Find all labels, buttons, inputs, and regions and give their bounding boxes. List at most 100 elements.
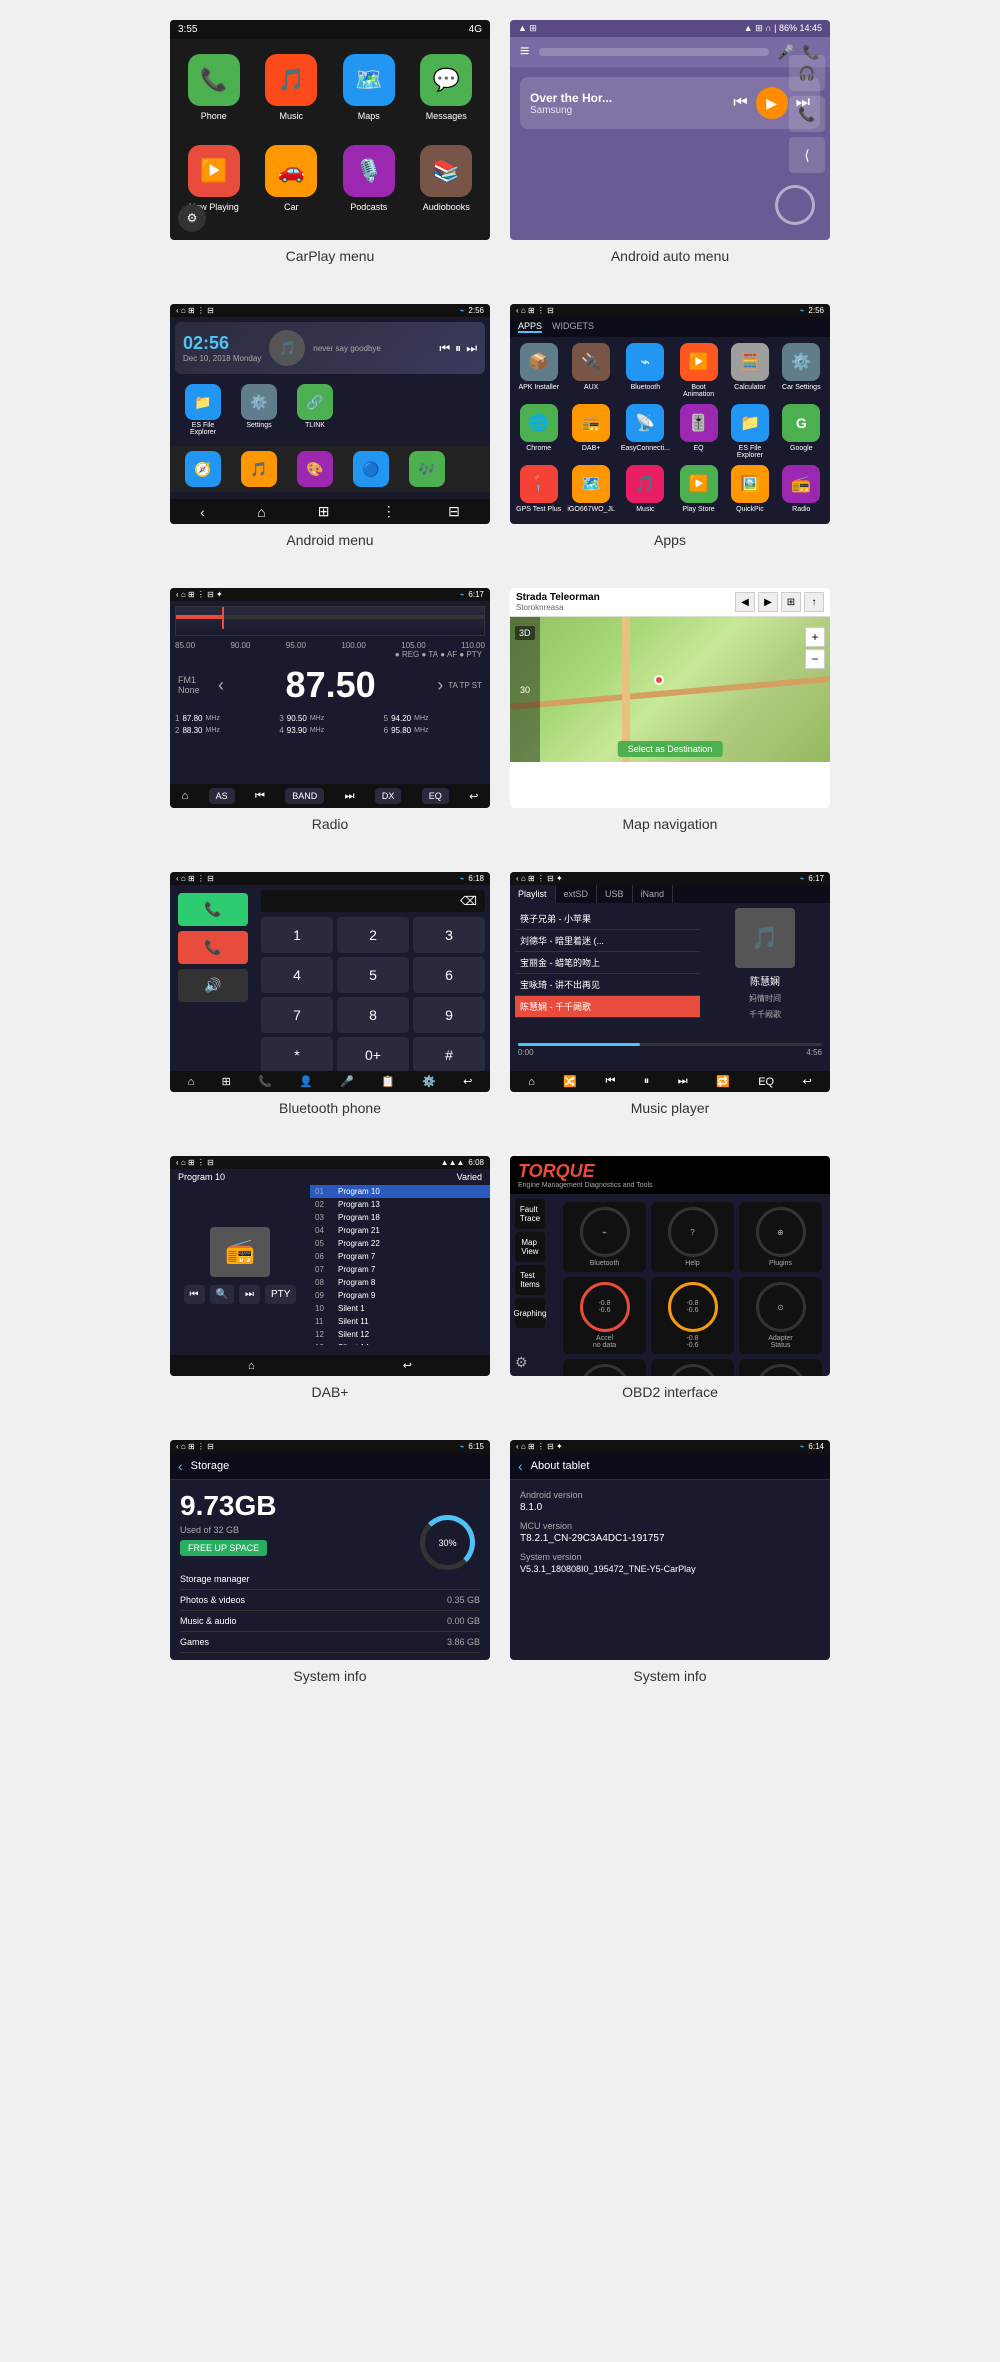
track-5-active[interactable]: 陈慧娴 - 千千阙歌 <box>515 996 700 1018</box>
map-zoom-out[interactable]: − <box>805 649 825 669</box>
bt-key-4[interactable]: 4 <box>261 957 333 993</box>
bt-answer-btn[interactable]: 📞 <box>178 893 248 926</box>
music-pause-btn[interactable]: ⏸ <box>644 1075 650 1088</box>
android-play-btn[interactable]: ⏸ <box>455 341 461 356</box>
carplay-phone[interactable]: 📞 Phone <box>180 54 248 135</box>
app-google[interactable]: G Google <box>779 404 824 459</box>
bt-key-hash[interactable]: # <box>413 1037 485 1073</box>
radio-home-btn[interactable]: ⌂ <box>182 790 189 802</box>
storage-item-manager[interactable]: Storage manager <box>180 1569 480 1590</box>
bt-nav-mic[interactable]: 🎤 <box>340 1075 354 1088</box>
music-next-btn[interactable]: ⏭ <box>678 1075 688 1088</box>
bt-key-8[interactable]: 8 <box>337 997 409 1033</box>
bt-nav-home[interactable]: ⌂ <box>188 1076 195 1088</box>
tab-playlist[interactable]: Playlist <box>510 885 556 903</box>
dab-program-01[interactable]: 01 Program 10 <box>310 1185 490 1198</box>
bt-key-6[interactable]: 6 <box>413 957 485 993</box>
app-igo[interactable]: 🗺️ iGO667WO_JL <box>567 465 614 513</box>
dab-search-btn[interactable]: 🔍 <box>210 1285 234 1304</box>
storage-item-music[interactable]: Music & audio 0.00 GB <box>180 1611 480 1632</box>
music-eq-btn[interactable]: EQ <box>758 1076 774 1088</box>
obd-map-icon[interactable]: MapView <box>515 1232 545 1262</box>
storage-item-games[interactable]: Games 3.86 GB <box>180 1632 480 1653</box>
radio-as-btn[interactable]: AS <box>209 788 235 804</box>
dab-program-04[interactable]: 04 Program 21 <box>310 1224 490 1237</box>
aa-menu-icon[interactable]: ≡ <box>520 43 529 61</box>
aa-back-icon[interactable]: ⟨ <box>789 137 825 173</box>
dab-program-07[interactable]: 07 Program 7 <box>310 1263 490 1276</box>
android-next-btn[interactable]: ⏭ <box>466 341 477 356</box>
bt-nav-contact[interactable]: 👤 <box>299 1075 313 1088</box>
tab-usb[interactable]: USB <box>597 885 633 903</box>
dab-program-11[interactable]: 11 Silent 11 <box>310 1315 490 1328</box>
android-app-tlink[interactable]: 🔗 TLINK <box>290 384 340 436</box>
radio-next-btn[interactable]: › <box>437 675 443 696</box>
carplay-maps[interactable]: 🗺️ Maps <box>335 54 403 135</box>
aa-prev-button[interactable]: ⏮ <box>733 94 747 112</box>
track-4[interactable]: 宝咏琦 - 讲不出再见 <box>515 974 700 996</box>
preset-1[interactable]: 1 87.80 MHz <box>175 714 276 723</box>
app-play-store[interactable]: ▶️ Play Store <box>676 465 721 513</box>
android-app-settings[interactable]: ⚙️ Settings <box>234 384 284 436</box>
dab-program-12[interactable]: 12 Silent 12 <box>310 1328 490 1341</box>
android-prev-btn[interactable]: ⏮ <box>439 341 450 356</box>
carplay-car[interactable]: 🚗 Car <box>258 145 326 226</box>
app-gps-test[interactable]: 📍 GPS Test Plus <box>516 465 561 513</box>
bt-key-star[interactable]: * <box>261 1037 333 1073</box>
sysinfo-about-back-btn[interactable]: ‹ <box>518 1458 523 1474</box>
bt-key-5[interactable]: 5 <box>337 957 409 993</box>
bt-backspace-btn[interactable]: ⌫ <box>460 894 477 908</box>
bt-nav-grid[interactable]: ⊞ <box>222 1075 231 1088</box>
bt-key-1[interactable]: 1 <box>261 917 333 953</box>
preset-5[interactable]: 5 94.20 MHz <box>384 714 485 723</box>
carplay-settings-icon[interactable]: ⚙ <box>178 204 206 232</box>
carplay-podcasts[interactable]: 🎙️ Podcasts <box>335 145 403 226</box>
bt-key-2[interactable]: 2 <box>337 917 409 953</box>
bt-nav-phone[interactable]: 📞 <box>258 1075 272 1088</box>
android-dock-bt[interactable]: 🔵 <box>346 451 396 487</box>
map-zoom-in[interactable]: + <box>805 627 825 647</box>
carplay-music[interactable]: 🎵 Music <box>258 54 326 135</box>
tab-widgets[interactable]: WIDGETS <box>552 321 594 333</box>
music-repeat-btn[interactable]: 🔁 <box>716 1075 730 1088</box>
map-up-btn[interactable]: ↑ <box>804 592 824 612</box>
radio-band-btn[interactable]: BAND <box>285 788 324 804</box>
app-boot-animation[interactable]: ▶️ Boot Animation <box>676 343 721 398</box>
dab-pty-btn[interactable]: PTY <box>265 1285 296 1304</box>
app-eq[interactable]: 🎚️ EQ <box>676 404 721 459</box>
android-dock-music[interactable]: 🎵 <box>234 451 284 487</box>
app-es-file[interactable]: 📁 ES File Explorer <box>727 404 772 459</box>
app-dab[interactable]: 📻 DAB+ <box>567 404 614 459</box>
nav-back[interactable]: ‹ <box>200 504 205 520</box>
bt-key-0[interactable]: 0+ <box>337 1037 409 1073</box>
aa-phone-side-icon[interactable]: 📞 <box>789 96 825 132</box>
preset-2[interactable]: 2 88.30 MHz <box>175 726 276 735</box>
preset-6[interactable]: 6 95.80 MHz <box>384 726 485 735</box>
app-apk-installer[interactable]: 📦 APK Installer <box>516 343 561 398</box>
bt-speaker-btn[interactable]: 🔊 <box>178 969 248 1002</box>
dab-program-05[interactable]: 05 Program 22 <box>310 1237 490 1250</box>
obd-graphing-icon[interactable]: Graphing <box>515 1298 545 1328</box>
dab-program-10[interactable]: 10 Silent 1 <box>310 1302 490 1315</box>
storage-free-btn[interactable]: FREE UP SPACE <box>180 1540 267 1556</box>
sysinfo-storage-back-btn[interactable]: ‹ <box>178 1458 183 1474</box>
music-prev-btn[interactable]: ⏮ <box>605 1075 615 1088</box>
android-dock-sound[interactable]: 🎶 <box>402 451 452 487</box>
bt-hangup-btn[interactable]: 📞 <box>178 931 248 964</box>
music-back-btn[interactable]: ↩ <box>803 1075 812 1088</box>
bt-key-3[interactable]: 3 <box>413 917 485 953</box>
track-3[interactable]: 宝丽金 - 蜡笔的吻上 <box>515 952 700 974</box>
carplay-messages[interactable]: 💬 Messages <box>413 54 481 135</box>
music-shuffle-btn[interactable]: 🔀 <box>563 1075 577 1088</box>
bt-nav-clipboard[interactable]: 📋 <box>381 1075 395 1088</box>
radio-prev-btn[interactable]: ‹ <box>218 675 224 696</box>
bt-key-7[interactable]: 7 <box>261 997 333 1033</box>
map-arrow-right[interactable]: ▶ <box>758 592 778 612</box>
app-car-settings[interactable]: ⚙️ Car Settings <box>779 343 824 398</box>
map-arrow-left[interactable]: ◀ <box>735 592 755 612</box>
music-home-btn[interactable]: ⌂ <box>528 1076 535 1088</box>
tab-apps[interactable]: APPS <box>518 321 542 333</box>
dab-program-08[interactable]: 08 Program 8 <box>310 1276 490 1289</box>
radio-back-btn[interactable]: ↩ <box>469 790 478 803</box>
bt-nav-back[interactable]: ↩ <box>463 1075 472 1088</box>
